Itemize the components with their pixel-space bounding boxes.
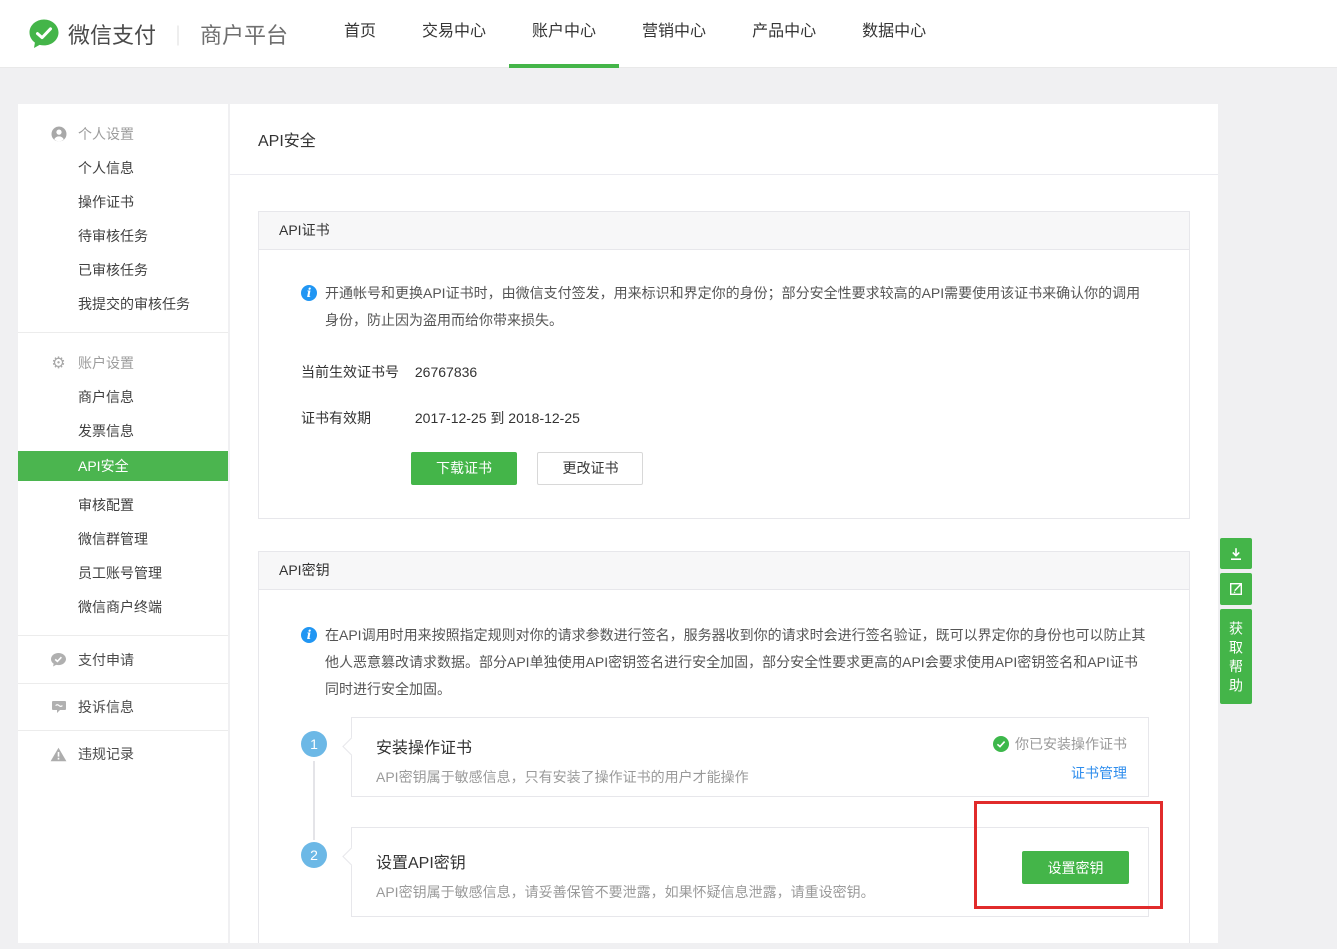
nav-item-label: 账户中心 [532, 23, 596, 40]
page-header: API安全 [230, 104, 1218, 175]
step-2-desc: API密钥属于敏感信息，请妥善保管不要泄露，如果怀疑信息泄露，请重设密钥。 [376, 882, 1124, 902]
brand-logo[interactable]: 微信支付 ｜ 商户平台 [28, 18, 288, 50]
step-1-card: 安装操作证书 API密钥属于敏感信息，只有安装了操作证书的用户才能操作 你已安装… [351, 717, 1149, 797]
download-cert-button[interactable]: 下载证书 [411, 452, 517, 485]
sidebar-header-label: 个人设置 [78, 124, 134, 144]
api-key-section-body: 在API调用时用来按照指定规则对你的请求参数进行签名，服务器收到你的请求时会进行… [259, 590, 1189, 943]
step-2-card: 设置API密钥 API密钥属于敏感信息，请妥善保管不要泄露，如果怀疑信息泄露，请… [351, 827, 1149, 917]
sidebar-item-review-config[interactable]: 审核配置 [18, 495, 228, 515]
warning-icon [50, 747, 67, 762]
api-key-section-header: API密钥 [259, 552, 1189, 590]
nav-item-product-center[interactable]: 产品中心 [729, 0, 839, 68]
info-icon [301, 285, 317, 301]
nav-item-label: 营销中心 [642, 23, 706, 40]
cert-info-text: 开通帐号和更换API证书时，由微信支付签发，用来标识和界定你的身份；部分安全性要… [325, 280, 1149, 334]
gear-icon: ⚙ [50, 355, 67, 371]
nav-item-trade-center[interactable]: 交易中心 [399, 0, 509, 68]
check-circle-icon [993, 736, 1009, 752]
sidebar-item-label: 投诉信息 [78, 697, 134, 717]
sidebar-header-personal: 个人设置 [18, 124, 228, 144]
cert-validity-row: 证书有效期 2017-12-25 到 2018-12-25 [301, 408, 1149, 428]
nav-item-account-center[interactable]: 账户中心 [509, 0, 619, 68]
cert-management-link[interactable]: 证书管理 [1071, 763, 1127, 783]
api-key-section: API密钥 在API调用时用来按照指定规则对你的请求参数进行签名，服务器收到你的… [258, 551, 1190, 943]
sidebar-item-payment-application[interactable]: 支付申请 [18, 636, 228, 683]
cert-number-row: 当前生效证书号 26767836 [301, 362, 1149, 382]
wechat-pay-logo-icon [28, 18, 60, 50]
sidebar-item-staff-accounts[interactable]: 员工账号管理 [18, 563, 228, 583]
download-icon [1228, 546, 1244, 562]
sidebar-item-wechat-group[interactable]: 微信群管理 [18, 529, 228, 549]
nav-item-label: 产品中心 [752, 23, 816, 40]
sidebar-header-label: 账户设置 [78, 353, 134, 373]
cert-info-row: 开通帐号和更换API证书时，由微信支付签发，用来标识和界定你的身份；部分安全性要… [301, 280, 1149, 334]
page-title: API安全 [258, 127, 316, 151]
sidebar: 个人设置 个人信息 操作证书 待审核任务 已审核任务 我提交的审核任务 ⚙ 账户… [18, 104, 228, 943]
cert-validity-separator: 到 [490, 410, 504, 426]
step-2-title: 设置API密钥 [376, 849, 1124, 873]
download-float-button[interactable] [1220, 538, 1252, 569]
sidebar-item-invoice-info[interactable]: 发票信息 [18, 421, 228, 441]
sidebar-item-complaint-info[interactable]: 投诉信息 [18, 683, 228, 730]
cert-validity-label: 证书有效期 [301, 408, 411, 428]
key-info-row: 在API调用时用来按照指定规则对你的请求参数进行签名，服务器收到你的请求时会进行… [301, 622, 1149, 703]
edit-float-button[interactable] [1220, 573, 1252, 605]
main-content: API安全 API证书 开通帐号和更换API证书时，由微信支付签发，用来标识和界… [230, 104, 1218, 943]
brand-platform: 商户平台 [200, 18, 288, 50]
sidebar-item-pending-tasks[interactable]: 待审核任务 [18, 226, 228, 246]
info-icon [301, 627, 317, 643]
chat-icon [50, 699, 67, 715]
cert-validity-from: 2017-12-25 [415, 410, 487, 426]
nav-item-label: 交易中心 [422, 23, 486, 40]
sidebar-item-operation-cert[interactable]: 操作证书 [18, 192, 228, 212]
sidebar-item-violation-records[interactable]: 违规记录 [18, 730, 228, 777]
edit-icon [1228, 581, 1244, 597]
top-navbar: 微信支付 ｜ 商户平台 首页 交易中心 账户中心 营销中心 产品中心 数据中心 [0, 0, 1337, 68]
sidebar-item-personal-info[interactable]: 个人信息 [18, 158, 228, 178]
user-icon [50, 126, 67, 142]
floating-toolbar: 获取帮助 [1220, 538, 1252, 708]
sidebar-item-merchant-terminal[interactable]: 微信商户终端 [18, 597, 228, 617]
set-api-key-button[interactable]: 设置密钥 [1022, 851, 1129, 884]
sidebar-section-personal: 个人设置 个人信息 操作证书 待审核任务 已审核任务 我提交的审核任务 [18, 104, 228, 332]
key-info-text: 在API调用时用来按照指定规则对你的请求参数进行签名，服务器收到你的请求时会进行… [325, 622, 1149, 703]
cert-number-value: 26767836 [415, 364, 477, 380]
api-cert-section-body: 开通帐号和更换API证书时，由微信支付签发，用来标识和界定你的身份；部分安全性要… [259, 250, 1189, 518]
api-key-steps: 1 2 安装操作证书 API密钥属于敏感信息，只有安装了操作证书的用户才能操作 … [301, 717, 1149, 917]
step-2-badge: 2 [301, 842, 327, 868]
step-1-status-line: 你已安装操作证书 [993, 734, 1127, 754]
api-cert-section: API证书 开通帐号和更换API证书时，由微信支付签发，用来标识和界定你的身份；… [258, 211, 1190, 519]
sidebar-header-account: ⚙ 账户设置 [18, 353, 228, 373]
sidebar-item-merchant-info[interactable]: 商户信息 [18, 387, 228, 407]
sidebar-item-my-submitted-tasks[interactable]: 我提交的审核任务 [18, 294, 228, 314]
sidebar-item-label: 支付申请 [78, 650, 134, 670]
sidebar-item-label: 违规记录 [78, 744, 134, 764]
cert-validity-to: 2018-12-25 [508, 410, 580, 426]
nav-item-label: 数据中心 [862, 23, 926, 40]
api-cert-section-header: API证书 [259, 212, 1189, 250]
brand-name: 微信支付 [68, 18, 156, 50]
nav-item-label: 首页 [344, 23, 376, 40]
sidebar-item-api-security[interactable]: API安全 [18, 451, 228, 481]
get-help-button[interactable]: 获取帮助 [1220, 609, 1252, 704]
api-cert-section-title: API证书 [279, 222, 330, 238]
chat-check-icon [50, 652, 67, 668]
step-1-status: 你已安装操作证书 证书管理 [993, 734, 1127, 783]
api-key-section-title: API密钥 [279, 562, 330, 578]
nav-item-marketing-center[interactable]: 营销中心 [619, 0, 729, 68]
cert-number-label: 当前生效证书号 [301, 362, 411, 382]
nav-item-home[interactable]: 首页 [321, 0, 399, 68]
sidebar-item-reviewed-tasks[interactable]: 已审核任务 [18, 260, 228, 280]
sidebar-section-others: 支付申请 投诉信息 违规记录 [18, 635, 228, 777]
step-1-status-text: 你已安装操作证书 [1015, 734, 1127, 754]
sidebar-section-account: ⚙ 账户设置 商户信息 发票信息 API安全 审核配置 微信群管理 员工账号管理… [18, 332, 228, 635]
main-nav: 首页 交易中心 账户中心 营销中心 产品中心 数据中心 [321, 0, 949, 68]
nav-item-data-center[interactable]: 数据中心 [839, 0, 949, 68]
brand-divider: ｜ [168, 20, 188, 49]
step-connector-line [313, 761, 315, 840]
cert-buttons-row: 下载证书 更改证书 [411, 452, 1149, 485]
change-cert-button[interactable]: 更改证书 [537, 452, 643, 485]
step-1-badge: 1 [301, 731, 327, 757]
